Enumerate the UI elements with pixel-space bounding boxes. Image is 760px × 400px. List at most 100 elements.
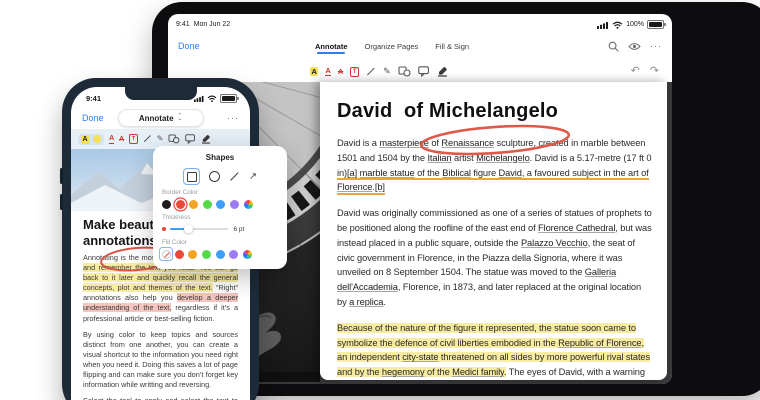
pen-tool-icon[interactable] (366, 71, 376, 72)
shape-line-tool[interactable] (229, 176, 240, 177)
text-tool-icon[interactable]: T (350, 67, 359, 77)
color-wheel-swatch[interactable] (244, 200, 253, 209)
mode-picker[interactable]: Annotate ⌃⌄ (118, 109, 204, 127)
battery-icon (220, 94, 237, 103)
doc-link[interactable]: city-state (402, 352, 438, 362)
underline-tool-icon[interactable]: A (325, 67, 330, 76)
thickness-slider[interactable] (170, 228, 228, 231)
text-run: . (383, 297, 385, 307)
text-run: artist (452, 153, 477, 163)
cellular-signal-icon (597, 21, 609, 29)
shape-square-tool[interactable] (183, 168, 200, 185)
more-menu-icon[interactable]: ··· (227, 114, 239, 123)
doc-link[interactable]: Biblical (442, 168, 471, 181)
tab-fill-sign[interactable]: Fill & Sign (434, 38, 470, 55)
tab-organize-pages[interactable]: Organize Pages (364, 38, 420, 55)
color-swatch[interactable] (230, 200, 239, 209)
ipad-status-bar: 9:41Mon Jun 22 100% (168, 14, 672, 33)
doc-paragraph-2: David was originally commissioned as one… (337, 206, 653, 310)
doc-link[interactable]: Florence Cathedral (538, 223, 615, 233)
doc-link[interactable]: masterpiece (379, 138, 429, 148)
note-tool-icon[interactable] (418, 66, 430, 77)
strikeout-tool-icon[interactable]: A (338, 67, 343, 76)
thickness-row: 6 pt (162, 223, 278, 235)
color-swatch[interactable] (216, 250, 225, 259)
color-swatch[interactable] (188, 250, 197, 259)
highlight-tool-icon[interactable]: A (81, 135, 89, 144)
shapes-tool-icon[interactable] (168, 134, 180, 144)
cellular-signal-icon (194, 95, 204, 102)
eraser-tool-icon[interactable] (437, 66, 448, 77)
border-color-swatches (162, 198, 278, 210)
strikeout-tool-icon[interactable]: A (119, 135, 124, 144)
slider-knob[interactable] (184, 225, 193, 234)
ipad-nav-bar: Done Annotate Organize Pages Fill & Sign… (168, 33, 672, 59)
doc-link[interactable]: Florence (337, 182, 372, 195)
status-right (194, 94, 237, 103)
underline-tool-icon[interactable]: A (109, 135, 114, 144)
mode-picker-label: Annotate (139, 114, 174, 123)
redo-icon[interactable]: ↷ (650, 66, 659, 77)
shape-arrow-tool[interactable]: ↗ (249, 172, 257, 182)
pencil-tool-icon[interactable]: ✎ (157, 135, 164, 143)
square-icon (187, 172, 197, 182)
pen-tool-icon[interactable] (143, 138, 152, 139)
text-run: . David is a 5.17-metre (17 ft 0 (530, 153, 652, 163)
pencil-tool-icon[interactable]: ✎ (383, 67, 391, 76)
doc-link[interactable]: Michelangelo (476, 153, 530, 163)
highlight-color-dot[interactable] (93, 135, 101, 143)
highlight-tool-icon[interactable]: A (310, 67, 318, 76)
doc-link[interactable]: Palazzo Vecchio (521, 238, 588, 248)
color-wheel-swatch[interactable] (243, 250, 252, 259)
text-run: David is a (337, 138, 379, 148)
thickness-label: Thickness (162, 214, 278, 221)
eye-icon[interactable] (628, 42, 641, 51)
fill-color-swatches (162, 248, 278, 260)
iphone-status-bar: 9:41 (71, 87, 250, 107)
done-button[interactable]: Done (82, 113, 104, 123)
doc-link[interactable]: Republic of Florence (558, 338, 641, 348)
status-right: 100% (597, 20, 664, 29)
border-color-label: Border Color (162, 189, 278, 196)
shape-circle-tool[interactable] (209, 171, 220, 182)
notch (125, 87, 197, 100)
text-run: of (429, 138, 442, 148)
color-swatch[interactable] (203, 200, 212, 209)
more-menu-icon[interactable]: ··· (650, 42, 662, 51)
search-icon[interactable] (608, 41, 619, 52)
shapes-tool-icon[interactable] (398, 66, 411, 77)
battery-percent: 100% (626, 21, 644, 28)
eraser-tool-icon[interactable] (201, 134, 211, 144)
color-swatch[interactable] (202, 250, 211, 259)
doc-link[interactable]: Renaissance (441, 138, 494, 148)
tab-annotate[interactable]: Annotate (314, 38, 349, 55)
color-swatch[interactable] (189, 200, 198, 209)
doc-link[interactable]: hegemony (382, 367, 425, 377)
doc-link[interactable]: marble statue (360, 168, 415, 181)
color-swatch[interactable] (216, 200, 225, 209)
thickness-min-dot (162, 227, 166, 231)
color-swatch[interactable] (162, 200, 171, 209)
no-fill-swatch[interactable] (162, 250, 171, 259)
text-run: in) (337, 168, 347, 181)
doc-paragraph-1: David is a masterpiece of Renaissance sc… (337, 136, 653, 195)
color-swatch[interactable] (176, 200, 185, 209)
color-swatch[interactable] (229, 250, 238, 259)
chevron-up-down-icon: ⌃⌄ (178, 115, 183, 121)
doc-link[interactable]: a replica (349, 297, 383, 307)
text-run: figure (471, 168, 499, 181)
doc-link[interactable]: Medici family (452, 367, 504, 377)
doc-link[interactable]: [a] (347, 168, 357, 181)
doc-link[interactable]: [b] (375, 182, 385, 195)
undo-icon[interactable]: ↶ (631, 66, 640, 77)
wifi-icon (207, 95, 217, 102)
note-tool-icon[interactable] (185, 134, 196, 144)
status-date: Mon Jun 22 (194, 21, 231, 28)
shapes-popup: Shapes ↗ Border Color Thickness 6 pt Fil… (153, 146, 287, 269)
doc-link[interactable]: Italian (427, 153, 451, 163)
color-swatch[interactable] (175, 250, 184, 259)
selected-swatch-box[interactable] (159, 247, 173, 261)
doc-link[interactable]: David (499, 168, 522, 181)
text-tool-icon[interactable]: T (129, 134, 138, 144)
done-button[interactable]: Done (178, 41, 200, 51)
